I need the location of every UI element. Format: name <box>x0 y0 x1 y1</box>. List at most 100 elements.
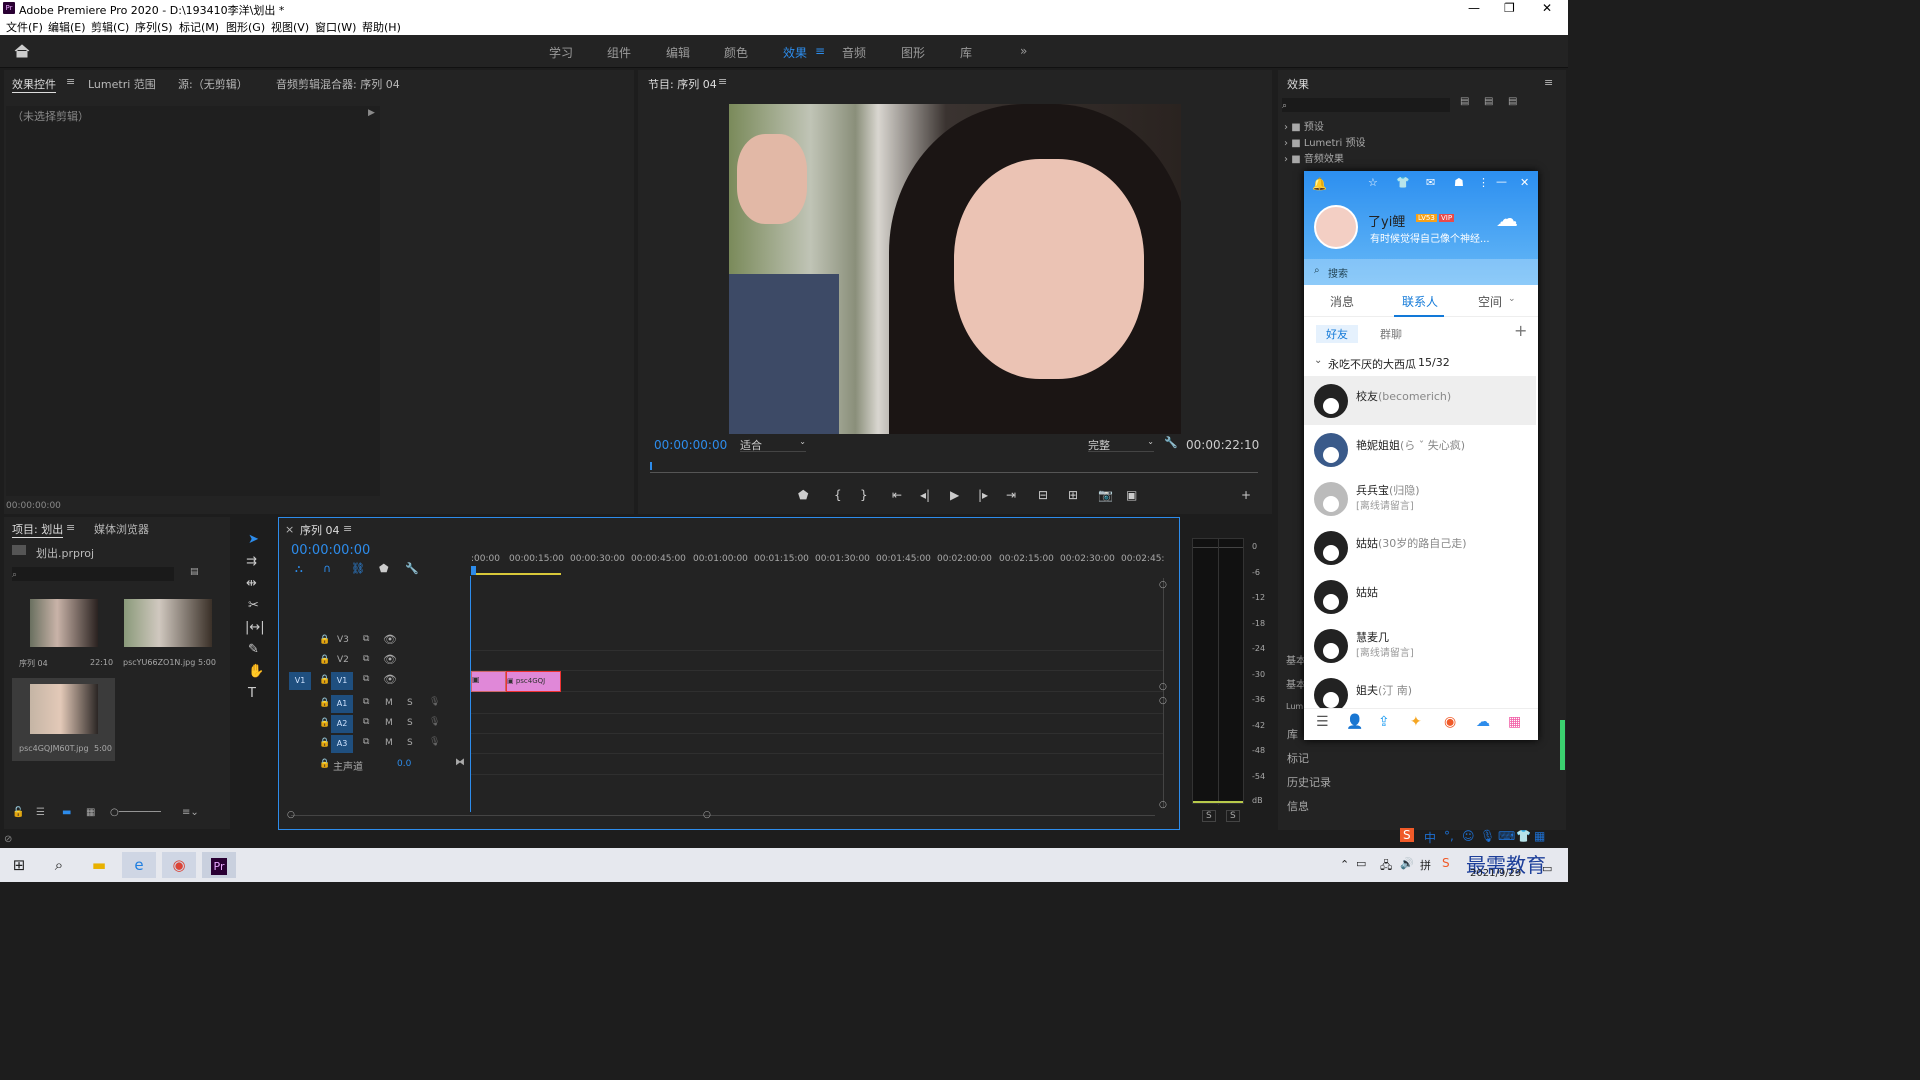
close-sequence-icon[interactable]: × <box>285 523 294 536</box>
lock-icon[interactable]: 🔒 <box>319 718 330 728</box>
tray-volume-icon[interactable]: 🔊 <box>1400 857 1414 870</box>
tray-network-icon[interactable]: 🖧 <box>1380 857 1392 876</box>
sync-lock-icon[interactable]: ⧉ <box>363 717 369 727</box>
master-volume[interactable]: 0.0 <box>397 759 411 769</box>
search-icon[interactable]: ⌕ <box>42 852 76 878</box>
type-tool-icon[interactable]: T <box>248 686 256 701</box>
notification-icon[interactable]: ▭ <box>1542 862 1552 875</box>
program-title[interactable]: 节目: 序列 04 <box>648 76 717 92</box>
horizontal-scrollbar[interactable]: ○ ○ <box>287 810 1157 820</box>
track-lane-v1[interactable]: ▣ ▣ psc4GQJ <box>471 671 1163 692</box>
ime-mode[interactable]: 中 <box>1424 829 1436 846</box>
export-frame-icon[interactable]: 📷 <box>1098 488 1113 502</box>
work-area-bar[interactable] <box>471 573 561 575</box>
qq-contact[interactable]: 姑姑(30岁的路自己走) <box>1304 523 1536 572</box>
lock-icon[interactable]: 🔒 <box>319 698 330 708</box>
comparison-view-icon[interactable]: ▣ <box>1126 488 1137 502</box>
zoom-select[interactable]: 适合 ⌄ <box>740 437 806 452</box>
freeform-view-icon[interactable]: ▦ <box>86 807 95 818</box>
lock-icon[interactable]: 🔒 <box>319 635 330 645</box>
taskbar-date[interactable]: 2021/9/29 <box>1470 868 1521 879</box>
button-editor-icon[interactable]: + <box>1241 488 1251 502</box>
qq-subtab-groups[interactable]: 群聊 <box>1380 326 1402 342</box>
qq-bag-icon[interactable]: ☗ <box>1454 176 1464 189</box>
nest-icon[interactable]: ⛬ <box>295 562 303 576</box>
track-label[interactable]: V3 <box>337 635 349 645</box>
track-select-tool-icon[interactable]: ⇉ <box>246 554 257 569</box>
mute-button[interactable]: M <box>385 718 393 728</box>
qq-main-menu-icon[interactable]: ☰ <box>1316 714 1329 730</box>
punctuation-icon[interactable]: °, <box>1444 829 1454 843</box>
chrome-icon[interactable]: ◉ <box>162 852 196 878</box>
workspace-color[interactable]: 颜色 <box>724 44 748 61</box>
track-label[interactable]: V1 <box>331 672 353 690</box>
workspace-menu-icon[interactable]: ≡ <box>815 44 825 58</box>
minimize-icon[interactable]: — <box>1468 1 1480 15</box>
tree-item-lumetri[interactable]: › ■ Lumetri 预设 <box>1284 134 1365 149</box>
sync-lock-icon[interactable]: ⧉ <box>363 737 369 747</box>
qq-contact[interactable]: 校友(becomerich) <box>1304 376 1536 425</box>
qq-file-transfer-icon[interactable]: ⇪ <box>1378 714 1390 730</box>
qq-shirt-icon[interactable]: 👕 <box>1396 176 1410 189</box>
menu-view[interactable]: 视图(V) <box>271 19 309 35</box>
go-to-out-icon[interactable]: ⇥ <box>1006 488 1016 502</box>
effects-search-input[interactable]: ⌕ <box>1282 98 1450 112</box>
qq-contact[interactable]: 艳妮姐姐(ら ˇ 失心疯) <box>1304 425 1536 474</box>
mute-button[interactable]: M <box>385 738 393 748</box>
solo-button[interactable]: S <box>407 738 413 748</box>
sync-lock-icon[interactable]: ⧉ <box>363 634 369 644</box>
panel-history[interactable]: 历史记录 <box>1287 774 1331 790</box>
microphone-icon[interactable]: 🎙 <box>429 737 440 747</box>
play-icon[interactable]: ▶ <box>950 488 959 502</box>
workspace-editing[interactable]: 编辑 <box>666 44 690 61</box>
track-lane-a1[interactable] <box>471 694 1163 714</box>
expand-arrow-icon[interactable]: ▶ <box>368 108 375 118</box>
keyboard-icon[interactable]: ⌨ <box>1498 829 1515 843</box>
skin-icon[interactable]: 👕 <box>1516 829 1531 843</box>
microphone-icon[interactable]: 🎙 <box>429 717 440 727</box>
quality-select[interactable]: 完整 ⌄ <box>1088 437 1154 452</box>
step-back-icon[interactable]: ◂| <box>920 488 930 502</box>
menu-file[interactable]: 文件(F) <box>6 19 43 35</box>
qq-tab-space[interactable]: 空间 <box>1478 293 1502 310</box>
qq-group-header[interactable]: ⌄ 永吃不厌的大西瓜 15/32 <box>1304 351 1538 375</box>
project-item[interactable]: pscYU66ZO1N.jpg 5:00 <box>116 595 218 673</box>
vertical-scrollbar[interactable]: ○ ○ ○ ○ <box>1159 578 1169 810</box>
menu-help[interactable]: 帮助(H) <box>362 19 401 35</box>
menu-marker[interactable]: 标记(M) <box>179 19 219 35</box>
track-lane-v2[interactable] <box>471 651 1163 671</box>
scrollbar-thumb[interactable] <box>1560 720 1565 770</box>
lock-icon[interactable]: 🔓 <box>12 807 24 818</box>
project-menu-icon[interactable]: ≡ <box>66 521 75 534</box>
track-label[interactable]: A3 <box>331 735 353 753</box>
mark-in-icon[interactable]: { <box>834 488 842 502</box>
lock-icon[interactable]: 🔒 <box>319 655 330 665</box>
panel-essential-graphics[interactable]: 基本 <box>1286 652 1306 667</box>
tray-sogou-icon[interactable]: S <box>1442 856 1450 870</box>
solo-button[interactable]: S <box>407 718 413 728</box>
qq-username[interactable]: 了yi鲤 <box>1368 211 1405 230</box>
qq-add-friend-icon[interactable]: 👤 <box>1346 714 1363 730</box>
file-explorer-icon[interactable]: ▬ <box>82 852 116 878</box>
wrench-icon[interactable]: 🔧 <box>1164 436 1178 449</box>
track-lane-v3[interactable] <box>471 631 1163 651</box>
qq-apps-icon[interactable]: ▦ <box>1508 714 1521 730</box>
solo-right-button[interactable]: S <box>1226 810 1240 822</box>
sogou-ime-icon[interactable]: S <box>1400 828 1414 842</box>
timeline-clip[interactable]: ▣ psc4GQJ <box>506 671 561 692</box>
maximize-icon[interactable]: ❐ <box>1504 1 1515 15</box>
new-bin-icon[interactable]: ▤ <box>190 567 199 577</box>
panel-markers[interactable]: 标记 <box>1287 750 1309 766</box>
extract-icon[interactable]: ⊞ <box>1068 488 1078 502</box>
step-forward-icon[interactable]: |▸ <box>978 488 988 502</box>
lift-icon[interactable]: ⊟ <box>1038 488 1048 502</box>
track-lane-master[interactable] <box>471 755 1163 775</box>
32bit-effects-icon[interactable]: ▤ <box>1484 96 1493 107</box>
sync-lock-icon[interactable]: ⧉ <box>363 674 369 684</box>
mute-button[interactable]: M <box>385 698 393 708</box>
accelerated-effects-icon[interactable]: ▤ <box>1460 96 1469 107</box>
tray-ime-icon[interactable]: 拼 <box>1420 857 1431 873</box>
timeline-clip[interactable]: ▣ <box>471 671 506 692</box>
emoji-icon[interactable]: ☺ <box>1462 829 1475 843</box>
workspace-libraries[interactable]: 库 <box>960 44 972 61</box>
